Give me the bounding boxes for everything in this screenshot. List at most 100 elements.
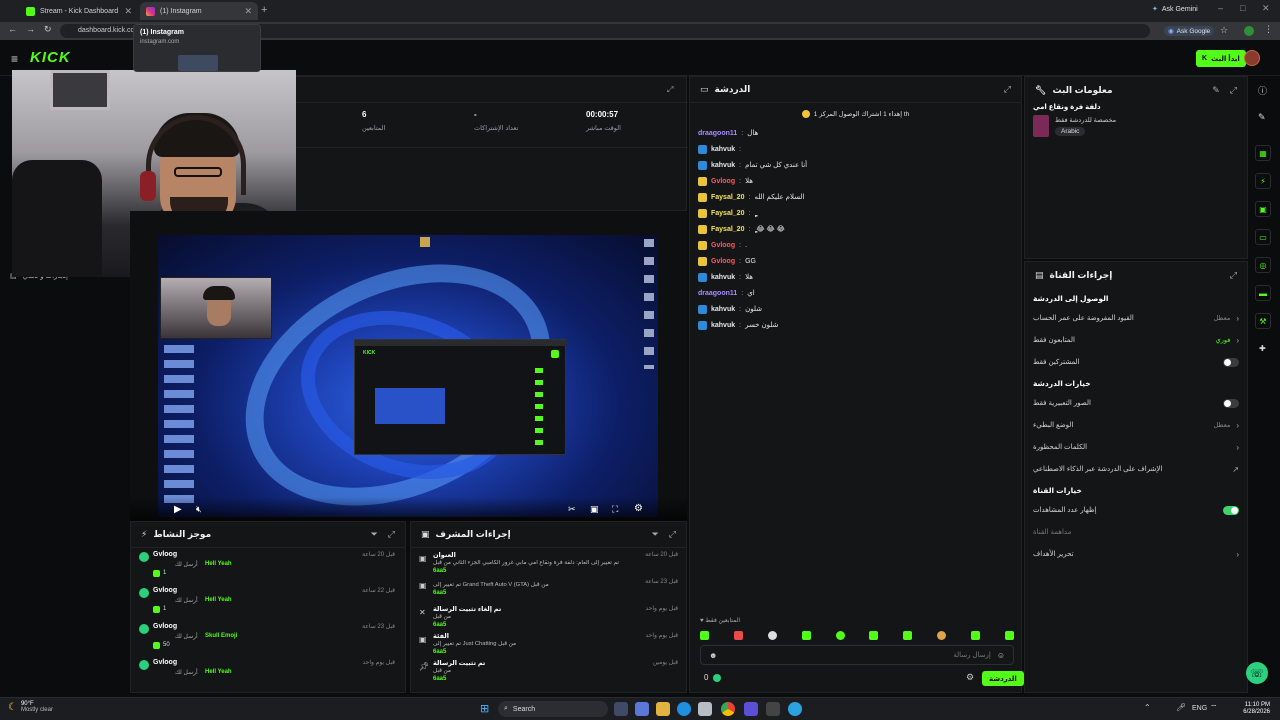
chat-username[interactable]: draagoon11: [698, 290, 737, 297]
settings-gear-icon[interactable]: ⚙: [634, 503, 643, 514]
back-icon[interactable]: ←: [8, 24, 17, 34]
chevron-right-icon[interactable]: ›: [1236, 550, 1239, 559]
filter-icon[interactable]: ⏷: [371, 529, 378, 540]
chat-message[interactable]: kahvuk: هلا: [698, 269, 1013, 285]
pencil-icon[interactable]: ✎: [1258, 112, 1266, 123]
mod-action-item[interactable]: ▣ الفئة تم تغيير إلى Just Chatting من قبل 6…: [411, 629, 686, 656]
chat-message[interactable]: Faysal_20:ٍٍٍٍٍ 😂 😂 😂: [698, 221, 1013, 237]
expand-icon[interactable]: ⤢: [669, 529, 676, 540]
chat-username[interactable]: kahvuk: [711, 146, 735, 153]
taskbar-search[interactable]: ⌕ Search: [498, 701, 608, 717]
close-window-icon[interactable]: ✕: [1262, 3, 1270, 14]
edge-icon[interactable]: [677, 702, 691, 716]
chat-username[interactable]: kahvuk: [711, 274, 735, 281]
chrome-icon[interactable]: [721, 702, 735, 716]
help-chat-icon[interactable]: ☏: [1246, 662, 1268, 684]
chat-message[interactable]: draagoon11: اي: [698, 285, 1013, 301]
setting-row[interactable]: القيود المفروضة على عمر الحساب معطل ›: [1033, 307, 1239, 329]
activity-user[interactable]: Gvloog: [153, 551, 177, 558]
emote-icon[interactable]: [733, 630, 743, 640]
grid-icon[interactable]: ▣: [1255, 201, 1271, 217]
mod-action-by[interactable]: 6aa5: [433, 676, 446, 682]
store-icon[interactable]: [698, 702, 712, 716]
discord-icon[interactable]: [744, 702, 758, 716]
chat-username[interactable]: Faysal_20: [711, 210, 744, 217]
weather-widget[interactable]: ☾ 90°F Mostly clear: [8, 701, 53, 713]
smile-icon[interactable]: ☺: [997, 651, 1005, 660]
chat-message[interactable]: draagoon11: هال: [698, 125, 1013, 141]
chat-username[interactable]: kahvuk: [711, 306, 735, 313]
mod-action-item[interactable]: ✕ تم إلغاء تثبيت الرسالة من قبل 6aa5 قبل يوم…: [411, 602, 686, 629]
filter-icon[interactable]: ⏷: [652, 529, 659, 540]
emote-icon[interactable]: [971, 630, 980, 640]
setting-row[interactable]: المتابعون فقط فوري ›: [1033, 329, 1239, 351]
fullscreen-icon[interactable]: ⛶: [612, 504, 618, 515]
toggle-switch[interactable]: [1223, 398, 1239, 408]
hamburger-menu-icon[interactable]: ≡: [11, 52, 18, 66]
tool-icon[interactable]: ⚒: [1255, 313, 1271, 329]
minimize-icon[interactable]: –: [1218, 3, 1223, 13]
emote-icon[interactable]: [903, 630, 913, 640]
activity-user[interactable]: Gvloog: [153, 659, 177, 666]
external-link-icon[interactable]: ↗: [1232, 465, 1239, 474]
mod-action-by[interactable]: 6aa5: [433, 622, 446, 628]
chevron-right-icon[interactable]: ›: [1236, 336, 1239, 345]
chevron-right-icon[interactable]: ›: [1236, 314, 1239, 323]
chat-settings-icon[interactable]: ⚙: [966, 672, 974, 683]
emote-icon[interactable]: [869, 630, 879, 640]
chat-message[interactable]: kahvuk:: [698, 141, 1013, 157]
expand-icon[interactable]: ⤢: [388, 529, 395, 540]
bolt-icon[interactable]: ⚡: [1255, 173, 1271, 189]
chat-username[interactable]: Gvloog: [711, 242, 735, 249]
emote-icon[interactable]: [1004, 630, 1014, 640]
chat-username[interactable]: Gvloog: [711, 258, 735, 265]
setting-row[interactable]: الكلمات المحظورة ›: [1033, 436, 1239, 458]
reload-icon[interactable]: ↻: [44, 24, 52, 35]
mod-action-item[interactable]: ▣ العنوان تم تغيير إلى العام: دلفة فرة ونق…: [411, 548, 686, 575]
setting-row[interactable]: الوضع البطيء معطل ›: [1033, 414, 1239, 436]
mute-icon[interactable]: 🔇︎: [196, 504, 202, 515]
tab-kick-dashboard[interactable]: Stream - Kick Dashboard ✕: [20, 2, 138, 20]
emote-icon[interactable]: [801, 630, 811, 640]
chat-message[interactable]: kahvuk: شلون: [698, 301, 1013, 317]
chat-message[interactable]: Gvloog:.: [698, 237, 1013, 253]
obs-icon[interactable]: [766, 702, 780, 716]
chat-username[interactable]: draagoon11: [698, 130, 737, 137]
close-tab-icon[interactable]: ✕: [244, 6, 252, 17]
chat-message[interactable]: Gvloog: هلا: [698, 173, 1013, 189]
chat-username[interactable]: Faysal_20: [711, 194, 744, 201]
chat-message[interactable]: kahvuk: شلون خسر: [698, 317, 1013, 333]
activity-item[interactable]: Gvloog أرسل لك Hell Yeah قبل يوم واحد: [131, 656, 405, 692]
emote-icon[interactable]: [767, 630, 777, 640]
setting-row[interactable]: الصور التعبيرية فقط: [1033, 392, 1239, 414]
expand-icon[interactable]: ⤢: [1230, 85, 1237, 96]
play-icon[interactable]: ▶: [174, 504, 182, 515]
expand-icon[interactable]: ⤢: [1230, 270, 1237, 281]
clock[interactable]: 11:10 PM 6/28/2026: [1226, 702, 1270, 715]
mod-action-by[interactable]: 6aa5: [433, 590, 446, 596]
mic-icon[interactable]: 🎤︎: [1176, 703, 1186, 712]
chat-message[interactable]: kahvuk: أنا عندي كل شي تمام: [698, 157, 1013, 173]
setting-row[interactable]: إظهار عدد المشاهدات: [1033, 499, 1239, 521]
pinned-message[interactable]: إهداء 1 اشتراك الوصول المركز 1 th: [690, 107, 1021, 121]
file-explorer-icon[interactable]: [656, 702, 670, 716]
task-view-icon[interactable]: [614, 702, 628, 716]
profile-avatar[interactable]: [1244, 26, 1254, 36]
chevron-right-icon[interactable]: ›: [1236, 421, 1239, 430]
ask-google-button[interactable]: ◉ Ask Google: [1164, 26, 1215, 36]
mod-action-item[interactable]: ▣ تم تغيير إلى Grand Theft Auto V (GTA) م…: [411, 575, 686, 602]
edit-icon[interactable]: ✎: [1212, 85, 1220, 96]
setting-row[interactable]: الإشراف على الدردشة عبر الذكاء الاصطناعي…: [1033, 458, 1239, 480]
clip-icon[interactable]: ✂: [568, 504, 576, 515]
chat-message[interactable]: Gvloog: GG: [698, 253, 1013, 269]
setting-row[interactable]: المشتركين فقط: [1033, 351, 1239, 373]
forward-icon[interactable]: →: [26, 24, 35, 34]
start-windows-icon[interactable]: ⊞: [480, 702, 489, 715]
go-live-button[interactable]: K ابدأ البث: [1196, 50, 1246, 67]
user-avatar[interactable]: [1244, 50, 1260, 66]
emote-icon[interactable]: [835, 630, 845, 640]
language-indicator[interactable]: ENG: [1192, 705, 1207, 712]
chat-username[interactable]: Faysal_20: [711, 226, 744, 233]
pip-icon[interactable]: ▣: [590, 504, 599, 515]
widgets-icon[interactable]: [635, 702, 649, 716]
